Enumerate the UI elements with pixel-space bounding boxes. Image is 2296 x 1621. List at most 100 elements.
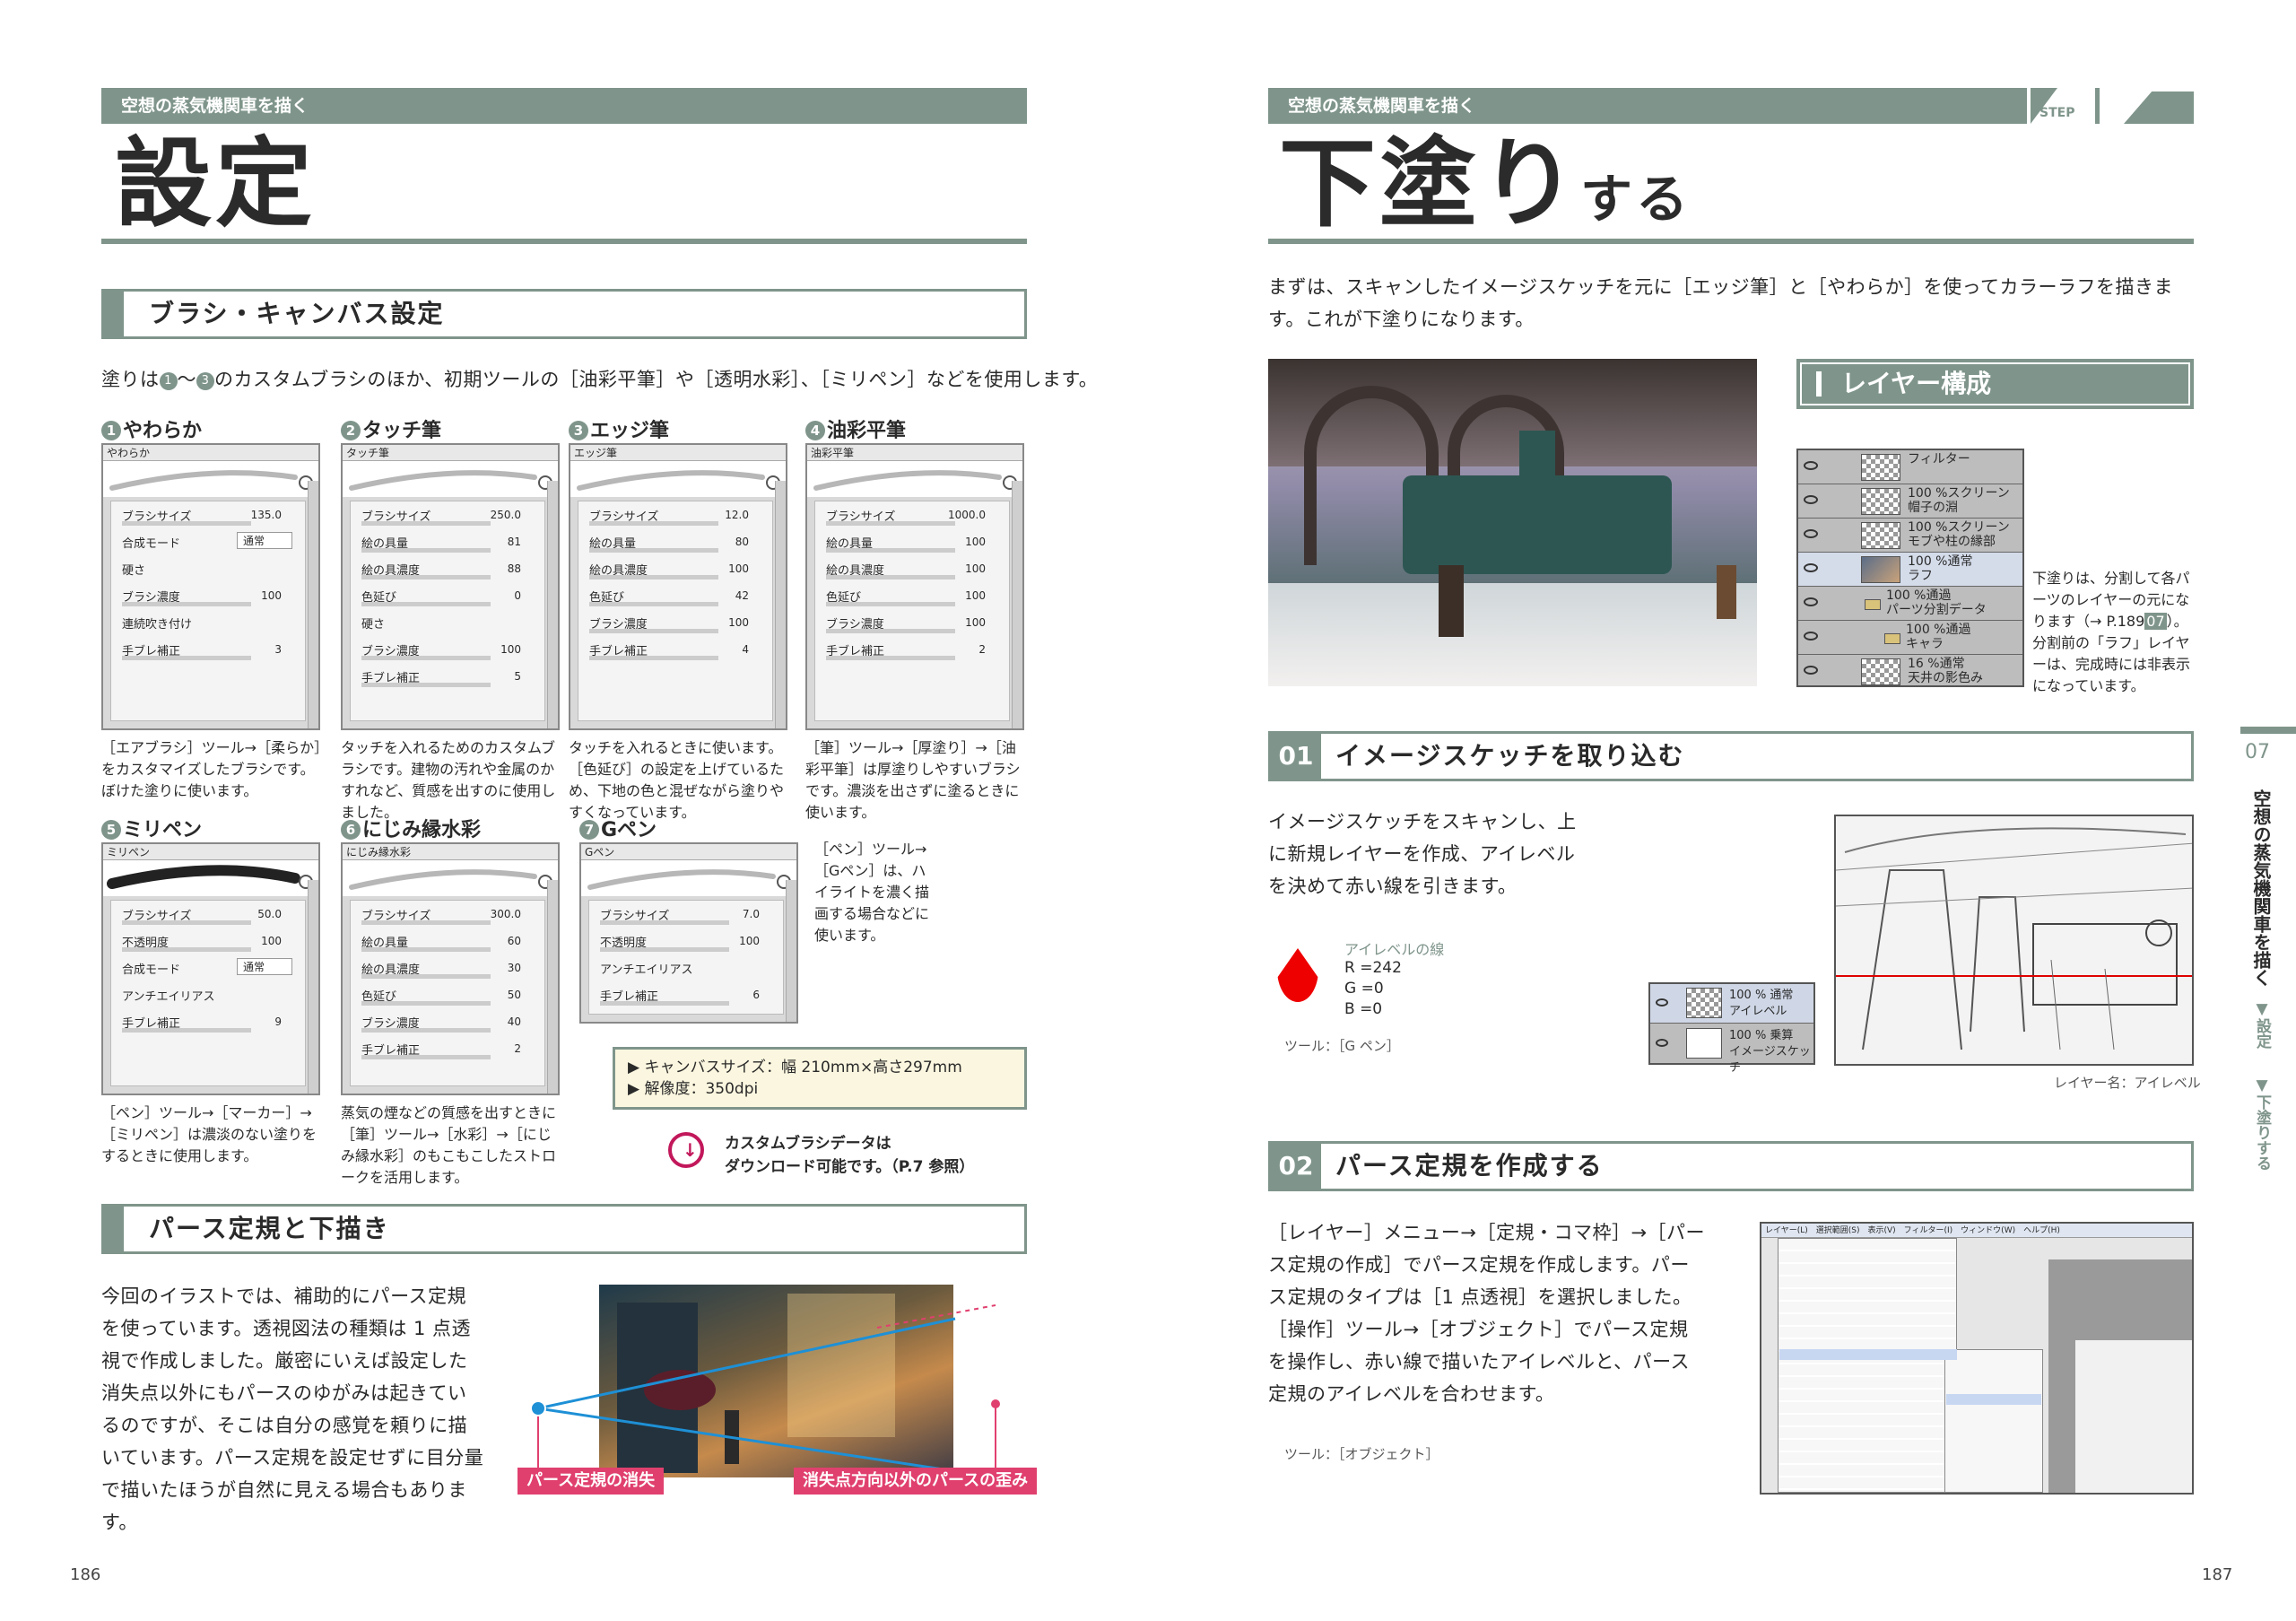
eye-icon[interactable] bbox=[1804, 495, 1818, 504]
brush-description-1: ［エアブラシ］ツール→［柔らか］をカスタマイズしたブラシです。ぼけた塗りに使いま… bbox=[101, 739, 322, 799]
section-heading-brush: ブラシ・キャンバス設定 bbox=[101, 289, 1027, 339]
download-icon[interactable]: ↓ bbox=[668, 1132, 704, 1168]
brush-name-4: 4 油彩平筆 bbox=[805, 414, 906, 443]
section-heading-perspective: パース定規と下描き bbox=[101, 1204, 1027, 1254]
setting-row[interactable]: アンチエイリアス bbox=[111, 981, 305, 1008]
eye-level-label: アイレベルの線 bbox=[1344, 941, 1445, 958]
setting-row[interactable]: 硬さ bbox=[351, 609, 544, 636]
canvas-info-box: ▶ キャンバスサイズ：幅 210mm×高さ297mm ▶ 解像度：350dpi bbox=[613, 1047, 1027, 1110]
setting-row[interactable]: ブラシサイズ 135.0 bbox=[111, 501, 305, 528]
step-tab: STEP bbox=[2027, 88, 2194, 124]
setting-row[interactable]: 絵の具濃度 30 bbox=[351, 954, 544, 981]
layer-row[interactable]: 16 %通常 天井の影色み bbox=[1798, 655, 2022, 685]
setting-row[interactable]: 連続吹き付け bbox=[111, 609, 305, 636]
setting-row[interactable]: 絵の具濃度 100 bbox=[815, 555, 1009, 582]
eye-icon[interactable] bbox=[1804, 632, 1818, 641]
layer-row[interactable]: 100 %通過 キャラ bbox=[1798, 621, 2022, 655]
setting-row[interactable]: 手ブレ補正 9 bbox=[111, 1008, 305, 1035]
setting-row[interactable]: 手ブレ補正 4 bbox=[578, 636, 772, 663]
setting-row[interactable]: ブラシ濃度 40 bbox=[351, 1008, 544, 1035]
side-nav-basecoat[interactable]: ▼下塗りする bbox=[2248, 1076, 2272, 1171]
setting-row[interactable]: 手ブレ補正 5 bbox=[351, 663, 544, 690]
panel-scrollbar[interactable] bbox=[786, 880, 796, 1022]
eye-icon[interactable] bbox=[1804, 529, 1818, 538]
layer-note: 下塗りは、分割して各パーツのレイヤーの元になります（→ P.189 07 ）。分割前… bbox=[2032, 570, 2191, 694]
setting-row[interactable]: アンチエイリアス bbox=[589, 954, 783, 981]
panel-scrollbar[interactable] bbox=[1012, 481, 1022, 728]
setting-row[interactable]: 絵の具量 100 bbox=[815, 528, 1009, 555]
brush-settings-panel-5: ミリペンブラシサイズ 50.0 不透明度 100 合成モード 通常 アンチエイリアス 手ブレ補… bbox=[101, 842, 320, 1095]
setting-row[interactable]: 絵の具量 81 bbox=[351, 528, 544, 555]
setting-row[interactable]: 手ブレ補正 3 bbox=[111, 636, 305, 663]
brush-name-3: 3 エッジ筆 bbox=[569, 414, 669, 443]
chapter-band-left: 空想の蒸気機関車を描く bbox=[101, 88, 1027, 124]
setting-row[interactable]: 色延び 50 bbox=[351, 981, 544, 1008]
layer-row[interactable]: 100 %スクリーン モブや柱の縁部 bbox=[1798, 519, 2022, 553]
setting-row[interactable]: 硬さ bbox=[111, 555, 305, 582]
folder-icon bbox=[1884, 633, 1900, 644]
intro-text-left: 塗りは 1 〜 3 のカスタムブラシのほか、初期ツールの［油彩平筆］や［透明水彩］、［ミ… bbox=[101, 369, 1099, 390]
panel-scrollbar[interactable] bbox=[775, 481, 786, 728]
side-chapter-title: 空想の蒸気機関車を描く bbox=[2250, 789, 2272, 987]
setting-row[interactable]: 合成モード 通常 bbox=[111, 528, 305, 555]
layer-row[interactable]: 100 %スクリーン 帽子の淵 bbox=[1798, 484, 2022, 519]
setting-row[interactable]: 手ブレ補正 2 bbox=[351, 1035, 544, 1062]
setting-row[interactable]: 手ブレ補正 6 bbox=[589, 981, 783, 1008]
setting-row[interactable]: ブラシ濃度 100 bbox=[111, 582, 305, 609]
layer-thumbnail bbox=[1861, 556, 1900, 583]
panel-scrollbar[interactable] bbox=[308, 481, 318, 728]
brush-name-7: 7 Gペン bbox=[579, 814, 657, 842]
title-rule-left bbox=[101, 239, 1027, 244]
setting-row[interactable]: 不透明度 100 bbox=[111, 928, 305, 954]
layer-row[interactable]: 100 %通常 ラフ bbox=[1798, 553, 2022, 587]
pink-label-vanishing: パース定規の消失 bbox=[517, 1468, 665, 1495]
layer-row[interactable]: 100 %通過 パーツ分割データ bbox=[1798, 587, 2022, 621]
setting-row[interactable]: 色延び 100 bbox=[815, 582, 1009, 609]
layer-panel: フィルター 100 %スクリーン 帽子の淵 100 %スクリーン モブや柱の縁部 100 … bbox=[1796, 449, 2024, 687]
setting-row[interactable]: 合成モード 通常 bbox=[111, 954, 305, 981]
brush-name-6: 6 にじみ縁水彩 bbox=[341, 814, 481, 842]
setting-row[interactable]: 絵の具量 80 bbox=[578, 528, 772, 555]
setting-row[interactable]: 不透明度 100 bbox=[589, 928, 783, 954]
setting-row[interactable]: 色延び 42 bbox=[578, 582, 772, 609]
brush-settings-panel-6: にじみ縁水彩 ブラシサイズ 300.0 絵の具量 60 絵の具濃度 30 色延び 50 ブラシ濃度… bbox=[341, 842, 560, 1095]
setting-row[interactable]: ブラシ濃度 100 bbox=[351, 636, 544, 663]
side-nav-settings[interactable]: ▼設定 bbox=[2248, 1000, 2272, 1049]
panel-title: ミリペン bbox=[103, 844, 318, 860]
setting-row[interactable]: ブラシ濃度 100 bbox=[578, 609, 772, 636]
setting-row[interactable]: 色延び 0 bbox=[351, 582, 544, 609]
setting-row[interactable]: 絵の具濃度 100 bbox=[578, 555, 772, 582]
layer-row[interactable]: フィルター bbox=[1798, 450, 2022, 484]
panel-title: やわらか bbox=[103, 445, 318, 461]
setting-row[interactable]: 手ブレ補正 2 bbox=[815, 636, 1009, 663]
eye-icon[interactable] bbox=[1804, 461, 1818, 470]
tool-label-2: ツール：［オブジェクト］ bbox=[1284, 1446, 1439, 1462]
panel-title: 油彩平筆 bbox=[807, 445, 1022, 461]
setting-row[interactable]: ブラシサイズ 1000.0 bbox=[815, 501, 1009, 528]
brush-description-3: タッチを入れるときに使います。［色延び］の設定を上げているため、下地の色と混ぜな… bbox=[569, 739, 785, 821]
stroke-preview bbox=[343, 461, 558, 497]
setting-row[interactable]: ブラシサイズ 300.0 bbox=[351, 901, 544, 928]
setting-row[interactable]: ブラシサイズ 50.0 bbox=[111, 901, 305, 928]
side-tab-bar bbox=[2240, 727, 2296, 734]
download-note[interactable]: カスタムブラシデータは ダウンロード可能です。（P.7 参照） bbox=[725, 1132, 974, 1179]
setting-row[interactable]: 絵の具濃度 88 bbox=[351, 555, 544, 582]
setting-row[interactable]: ブラシ濃度 100 bbox=[815, 609, 1009, 636]
eye-icon[interactable] bbox=[1804, 666, 1818, 675]
setting-row[interactable]: ブラシサイズ 12.0 bbox=[578, 501, 772, 528]
red-drop-icon bbox=[1277, 948, 1318, 1002]
tool-label-1: ツール：［G ペン］ bbox=[1284, 1038, 1400, 1054]
setting-row[interactable]: 絵の具量 60 bbox=[351, 928, 544, 954]
setting-row[interactable]: ブラシサイズ 7.0 bbox=[589, 901, 783, 928]
eye-icon[interactable] bbox=[1804, 563, 1818, 572]
perspective-text: 今回のイラストでは、補助的にパース定規を使っています。透視図法の種類は 1 点透… bbox=[101, 1285, 484, 1533]
layer-thumbnail bbox=[1861, 454, 1900, 481]
brush-settings-panel-2: タッチ筆 ブラシサイズ 250.0 絵の具量 81 絵の具濃度 88 色延び 0 硬さ ブラシ濃度 1… bbox=[341, 443, 560, 730]
brush-settings-panel-4: 油彩平筆ブラシサイズ 1000.0 絵の具量 100 絵の具濃度 100 色延び 100 ブラシ… bbox=[805, 443, 1024, 730]
eye-icon[interactable] bbox=[1804, 597, 1818, 606]
panel-scrollbar[interactable] bbox=[308, 880, 318, 1094]
step-heading-02: 02 パース定規を作成する bbox=[1268, 1141, 2194, 1191]
setting-row[interactable]: ブラシサイズ 250.0 bbox=[351, 501, 544, 528]
panel-scrollbar[interactable] bbox=[547, 481, 558, 728]
panel-scrollbar[interactable] bbox=[547, 880, 558, 1094]
